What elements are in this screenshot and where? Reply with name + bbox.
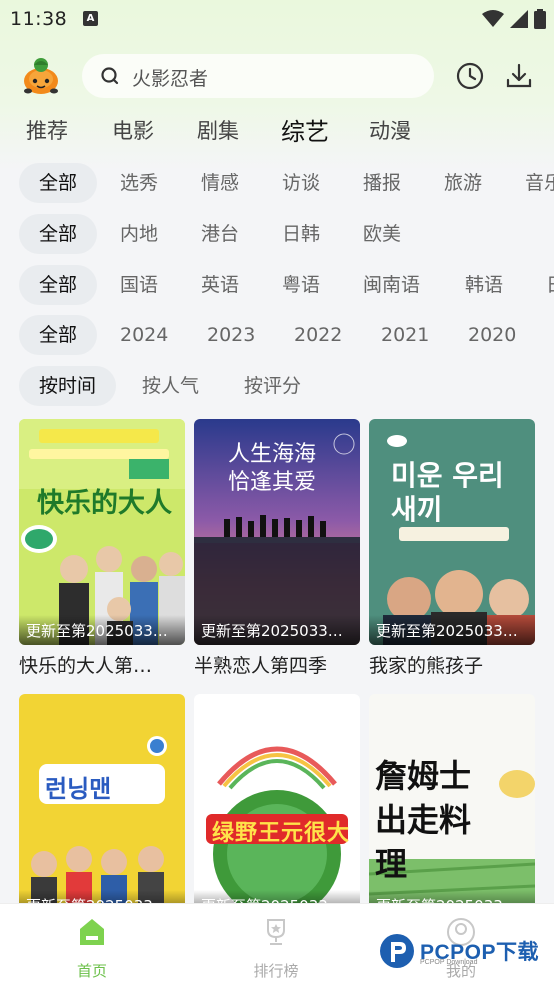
nav-home-label: 首页 bbox=[76, 962, 107, 980]
status-icons bbox=[482, 9, 546, 29]
poster-title-text: 詹姆士 出走料理 bbox=[375, 757, 472, 883]
search-input[interactable]: 火影忍者 bbox=[82, 54, 434, 98]
search-icon bbox=[101, 67, 119, 85]
poster: 更新至第2025033… 미운 우리새끼 bbox=[369, 419, 535, 645]
poster: 更新至第2025033… 런닝맨 bbox=[19, 694, 185, 920]
poster-title-text: 런닝맨 bbox=[45, 775, 112, 803]
category-tabs: 推荐 电影 剧集 综艺 动漫 bbox=[0, 115, 554, 151]
filter-row-language: 全部 国语 英语 粤语 闽南语 韩语 日语 bbox=[0, 265, 554, 305]
tab-movie[interactable]: 电影 bbox=[112, 115, 154, 145]
video-card[interactable]: 更新至第2025033… 미운 우리새끼 我家的熊孩子 bbox=[369, 419, 535, 678]
update-status: 更新至第2025033… bbox=[376, 622, 518, 640]
battery-icon bbox=[534, 9, 546, 29]
poster: 更新至第2025033… 詹姆士 出走料理 bbox=[369, 694, 535, 920]
filter-chip[interactable]: 选秀 bbox=[120, 163, 158, 203]
filter-chip[interactable]: 音乐 bbox=[525, 163, 554, 203]
signal-icon bbox=[510, 10, 528, 28]
filter-chip[interactable]: 欧美 bbox=[363, 214, 401, 254]
filter-chip[interactable]: 按人气 bbox=[142, 366, 199, 406]
video-card[interactable]: 更新至第2025033… 詹姆士 出走料理 bbox=[369, 694, 535, 920]
history-clock-icon[interactable] bbox=[456, 62, 484, 90]
card-title: 半熟恋人第四季 bbox=[194, 655, 328, 677]
filter-chip[interactable]: 情感 bbox=[201, 163, 239, 203]
home-icon bbox=[80, 919, 104, 945]
status-bar: 11:38 A bbox=[0, 0, 554, 38]
filter-chip[interactable]: 粤语 bbox=[282, 265, 320, 305]
update-status: 更新至第2025033… bbox=[26, 622, 168, 640]
filter-chip[interactable]: 全部 bbox=[19, 163, 98, 203]
filter-chip[interactable]: 内地 bbox=[120, 214, 158, 254]
poster-image bbox=[19, 694, 185, 920]
poster-title-text: 미운 우리새끼 bbox=[391, 459, 504, 526]
card-title: 我家的熊孩子 bbox=[369, 655, 484, 677]
filter-chip[interactable]: 播报 bbox=[363, 163, 401, 203]
video-card[interactable]: 更新至第2025033… 런닝맨 bbox=[19, 694, 185, 920]
video-card[interactable]: 更新至第2025033… 人生海海 恰逢其爱 半熟恋人第四季 bbox=[194, 419, 360, 678]
poster: 更新至第2025033… 绿野王元很大 bbox=[194, 694, 360, 920]
tab-recommend[interactable]: 推荐 bbox=[26, 115, 68, 145]
filter-row-sort: 按时间 按人气 按评分 bbox=[0, 366, 554, 406]
filter-chip[interactable]: 2020 bbox=[468, 315, 516, 355]
filter-chip[interactable]: 2023 bbox=[207, 315, 255, 355]
filter-chip[interactable]: 全部 bbox=[19, 265, 98, 305]
poster-title-text: 绿野王元很大 bbox=[212, 821, 351, 846]
nav-ranking[interactable]: 排行榜 bbox=[231, 916, 321, 981]
poster-caption: 更新至第2025033… bbox=[19, 615, 185, 645]
turtle-mascot-icon[interactable] bbox=[20, 55, 62, 97]
filter-chip[interactable]: 按评分 bbox=[244, 366, 301, 406]
tab-anime[interactable]: 动漫 bbox=[369, 115, 411, 145]
card-title: 快乐的大人第… bbox=[19, 655, 153, 677]
filter-row-type: 全部 选秀 情感 访谈 播报 旅游 音乐 bbox=[0, 163, 554, 203]
poster-caption: 更新至第2025033… bbox=[194, 615, 360, 645]
watermark-subtext: PCPOP Download bbox=[420, 959, 478, 966]
filter-chip[interactable]: 2022 bbox=[294, 315, 342, 355]
watermark: PCPOP下载 PCPOP Download bbox=[378, 930, 548, 972]
update-status: 更新至第2025033… bbox=[201, 622, 343, 640]
watermark-logo-icon bbox=[380, 934, 414, 968]
filter-chip[interactable]: 港台 bbox=[201, 214, 239, 254]
filter-chip[interactable]: 2021 bbox=[381, 315, 429, 355]
wifi-icon bbox=[482, 10, 504, 27]
poster-image bbox=[19, 419, 185, 645]
filter-chip[interactable]: 访谈 bbox=[282, 163, 320, 203]
notification-icon: A bbox=[83, 11, 98, 26]
tab-series[interactable]: 剧集 bbox=[197, 115, 239, 145]
filter-chip[interactable]: 全部 bbox=[19, 214, 98, 254]
nav-home[interactable]: 首页 bbox=[47, 916, 137, 981]
poster-title-text: 人生海海 恰逢其爱 bbox=[228, 442, 317, 495]
poster-image bbox=[369, 419, 535, 645]
filter-chip[interactable]: 国语 bbox=[120, 265, 158, 305]
filter-chip[interactable]: 旅游 bbox=[444, 163, 482, 203]
poster: 更新至第2025033… 快乐的大人 bbox=[19, 419, 185, 645]
filter-chip[interactable]: 按时间 bbox=[19, 366, 117, 406]
status-time: 11:38 bbox=[10, 8, 68, 30]
poster-caption: 更新至第2025033… bbox=[369, 615, 535, 645]
filter-chip[interactable]: 闽南语 bbox=[363, 265, 420, 305]
search-placeholder: 火影忍者 bbox=[132, 68, 209, 90]
filter-chip[interactable]: 英语 bbox=[201, 265, 239, 305]
poster-title-text: 快乐的大人 bbox=[37, 488, 172, 519]
filter-chip[interactable]: 韩语 bbox=[465, 265, 503, 305]
nav-ranking-label: 排行榜 bbox=[253, 962, 299, 980]
filter-chip[interactable]: 日语 bbox=[546, 265, 554, 305]
filter-chip[interactable]: 2024 bbox=[120, 315, 168, 355]
filter-chip[interactable]: 日韩 bbox=[282, 214, 320, 254]
filter-row-region: 全部 内地 港台 日韩 欧美 bbox=[0, 214, 554, 254]
poster-image bbox=[194, 694, 360, 920]
video-card[interactable]: 更新至第2025033… 绿野王元很大 bbox=[194, 694, 360, 920]
video-card[interactable]: 更新至第2025033… 快乐的大人 快乐的大人第… bbox=[19, 419, 185, 678]
download-icon[interactable] bbox=[505, 62, 533, 90]
filter-chip[interactable]: 全部 bbox=[19, 315, 98, 355]
filter-row-year: 全部 2024 2023 2022 2021 2020 bbox=[0, 315, 554, 355]
poster: 更新至第2025033… 人生海海 恰逢其爱 bbox=[194, 419, 360, 645]
tab-variety[interactable]: 综艺 bbox=[281, 112, 329, 147]
trophy-icon bbox=[267, 919, 285, 945]
